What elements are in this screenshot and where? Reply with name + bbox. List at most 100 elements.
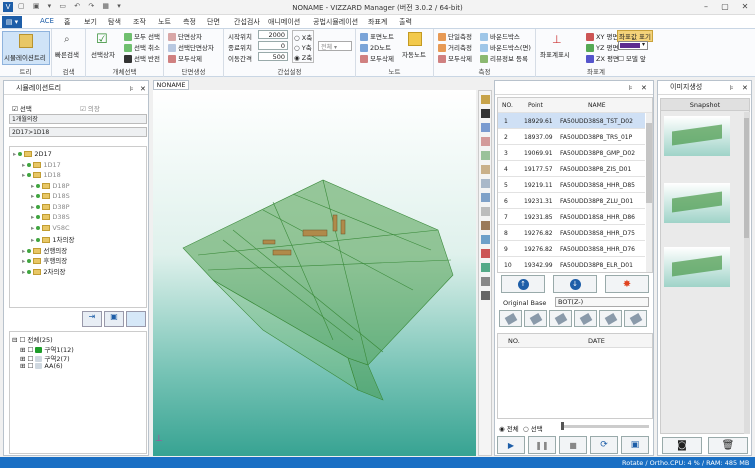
menu-tab-8[interactable]: 간섭검사 xyxy=(234,17,260,27)
bound-box-button[interactable]: 바운드박스 xyxy=(480,31,520,41)
zone-root[interactable]: ⊟ ☐ 전체(25) xyxy=(12,334,53,344)
section-delete-all-button[interactable]: 모두삭제 xyxy=(168,53,202,63)
select-cancel-button[interactable]: 선택 취소 xyxy=(124,42,160,52)
pin-icon[interactable]: ⊧ xyxy=(730,82,734,94)
select-all-button[interactable]: 모두 선택 xyxy=(124,31,160,41)
base-orientation-button[interactable] xyxy=(624,310,647,327)
table-row[interactable]: 8 19276.82 FA50UDD38S8_HHR_D75 xyxy=(498,225,645,241)
single-measure-button[interactable]: 단일측정 xyxy=(438,31,472,41)
model-front-checkbox[interactable]: ☐ 모델 앞 xyxy=(618,53,646,63)
original-base-select[interactable]: BOT(Z-) xyxy=(555,297,649,307)
bound-box-face-button[interactable]: 바운드박스(면) xyxy=(480,42,531,52)
table-row[interactable]: 3 19069.91 FA50UDD38P8_GMP_D02 xyxy=(498,145,645,161)
auto-note-button[interactable]: 자동노트 xyxy=(402,49,426,59)
base-orientation-button[interactable] xyxy=(574,310,597,327)
flag-icon[interactable] xyxy=(481,263,490,272)
tree-button[interactable]: 시뮬레이션트리 xyxy=(2,31,50,65)
hand-icon[interactable] xyxy=(481,165,490,174)
new-icon[interactable] xyxy=(126,311,146,327)
radio-selection[interactable]: ○ 선택 xyxy=(523,423,543,433)
note-2d-button[interactable]: 2D노트 xyxy=(360,42,391,52)
range-select[interactable]: 전체 ▾ xyxy=(318,41,352,51)
file-menu-button[interactable]: ▤ ▾ xyxy=(2,16,22,28)
cube-icon[interactable] xyxy=(481,179,490,188)
start-input[interactable]: 2000 xyxy=(258,30,288,39)
expand-icon[interactable]: ⇥ xyxy=(82,311,102,327)
menu-tab-0[interactable]: ACE xyxy=(40,17,54,25)
surface-note-button[interactable]: 표면노트 xyxy=(360,31,394,41)
xy-plane-button[interactable]: XY 평면 xyxy=(586,31,618,41)
tree-node[interactable]: ▸ D18P xyxy=(31,182,70,190)
pin-icon[interactable]: ⊧ xyxy=(629,82,633,94)
note-delete-all-button[interactable]: 모두삭제 xyxy=(360,53,394,63)
tree-node[interactable]: ▸ 2D17 xyxy=(13,150,52,158)
tree-node[interactable]: ▸ D38S xyxy=(31,213,70,221)
menu-tab-4[interactable]: 조작 xyxy=(133,17,146,27)
step-input[interactable]: 500 xyxy=(258,52,288,61)
timeline-slider[interactable] xyxy=(561,422,649,430)
yz-plane-button[interactable]: YZ 평면 xyxy=(586,42,618,52)
menu-tab-11[interactable]: 좌표계 xyxy=(368,17,387,27)
distance-measure-button[interactable]: 거리측정 xyxy=(438,42,472,52)
radio-x-axis[interactable]: ○ X축 xyxy=(294,32,312,42)
move-up-button[interactable]: ↑ xyxy=(501,275,545,293)
close-button[interactable]: ✕ xyxy=(736,0,754,14)
base-orientation-button[interactable] xyxy=(499,310,522,327)
base-orientation-button[interactable] xyxy=(549,310,572,327)
capture-button[interactable]: ◙ xyxy=(662,437,702,454)
filter-field-1[interactable]: 1개월의장 xyxy=(9,114,147,124)
menu-tab-10[interactable]: 공법시뮬레이션 xyxy=(313,17,358,27)
measure-delete-all-button[interactable]: 모두삭제 xyxy=(438,53,472,63)
tree-node[interactable]: ▸ 1D17 xyxy=(22,161,61,169)
menu-tab-12[interactable]: 출력 xyxy=(399,17,412,27)
tree-node[interactable]: ▸ D38P xyxy=(31,203,70,211)
save-button[interactable]: ▣ xyxy=(621,436,649,454)
table-scrollbar[interactable] xyxy=(646,113,652,272)
snapshot-thumbnail[interactable] xyxy=(664,116,730,156)
select-box-button[interactable]: 선택상자 xyxy=(91,49,115,59)
check-icon[interactable] xyxy=(481,109,490,118)
table-row[interactable]: 10 19342.99 FA50UDD38P8_ELR_D01 xyxy=(498,257,645,272)
menu-tab-2[interactable]: 보기 xyxy=(84,17,97,27)
save-icon[interactable]: ▣ xyxy=(104,311,124,327)
image-icon[interactable] xyxy=(481,235,490,244)
panel-close-icon[interactable]: ✕ xyxy=(140,82,146,96)
grid-icon[interactable] xyxy=(481,277,490,286)
pause-button[interactable]: ❚❚ xyxy=(528,436,556,454)
base-orientation-button[interactable] xyxy=(524,310,547,327)
pin-icon[interactable] xyxy=(481,249,490,258)
end-input[interactable]: 0 xyxy=(258,41,288,50)
tree-node[interactable]: ▸ 1D18 xyxy=(22,171,61,179)
menu-tab-6[interactable]: 측정 xyxy=(183,17,196,27)
tree-node[interactable]: ▸ V58C xyxy=(31,224,70,232)
snapshot-thumbnail[interactable] xyxy=(664,247,730,287)
zx-plane-button[interactable]: ZX 평면 xyxy=(586,53,619,63)
tree-node[interactable]: ▸ 2차의장 xyxy=(22,266,65,276)
quick-search-button[interactable]: 빠른검색 xyxy=(55,49,79,59)
table-row[interactable]: 7 19231.85 FA50UDD18S8_HHR_D86 xyxy=(498,209,645,225)
brush-icon[interactable] xyxy=(481,123,490,132)
panel-close-icon[interactable]: ✕ xyxy=(742,82,748,94)
radio-z-axis[interactable]: ◉ Z축 xyxy=(294,52,312,62)
color-picker[interactable]: ▾ xyxy=(618,41,648,50)
menu-tab-9[interactable]: 애니메이션 xyxy=(268,17,300,27)
marker-icon[interactable] xyxy=(481,151,490,160)
table-row[interactable]: 2 18937.09 FA50UDD38P8_TRS_01P xyxy=(498,129,645,145)
tree-node[interactable]: ▸ 1차의장 xyxy=(31,234,74,244)
filter-field-2[interactable]: 2D17>1D18 xyxy=(9,127,147,137)
pin-icon[interactable]: ⊧ xyxy=(130,82,134,96)
table-row[interactable]: 6 19231.31 FA50UDD38P8_ZLU_D01 xyxy=(498,193,645,209)
section-box-button[interactable]: 단면상자 xyxy=(168,31,202,41)
checkbox-hull[interactable]: ☑ 의장 xyxy=(80,103,100,113)
stop-button[interactable]: ■ xyxy=(559,436,587,454)
radio-y-axis[interactable]: ○ Y축 xyxy=(294,42,312,52)
select-section-box-button[interactable]: 선택단면상자 xyxy=(168,42,214,52)
explode-button[interactable]: ✸ xyxy=(605,275,649,293)
tree-node[interactable]: ▸ 선행의장 xyxy=(22,245,67,255)
snapshot-scrollbar[interactable] xyxy=(744,112,750,434)
coord-show-button[interactable]: 좌표계표시 xyxy=(540,49,570,59)
menu-tab-5[interactable]: 노트 xyxy=(158,17,171,27)
table-row[interactable]: 1 18929.61 FA50UDD38S8_TST_D02 xyxy=(498,113,645,129)
layers-icon[interactable] xyxy=(481,193,490,202)
table-row[interactable]: 4 19177.57 FA50UDD38P8_ZIS_D01 xyxy=(498,161,645,177)
